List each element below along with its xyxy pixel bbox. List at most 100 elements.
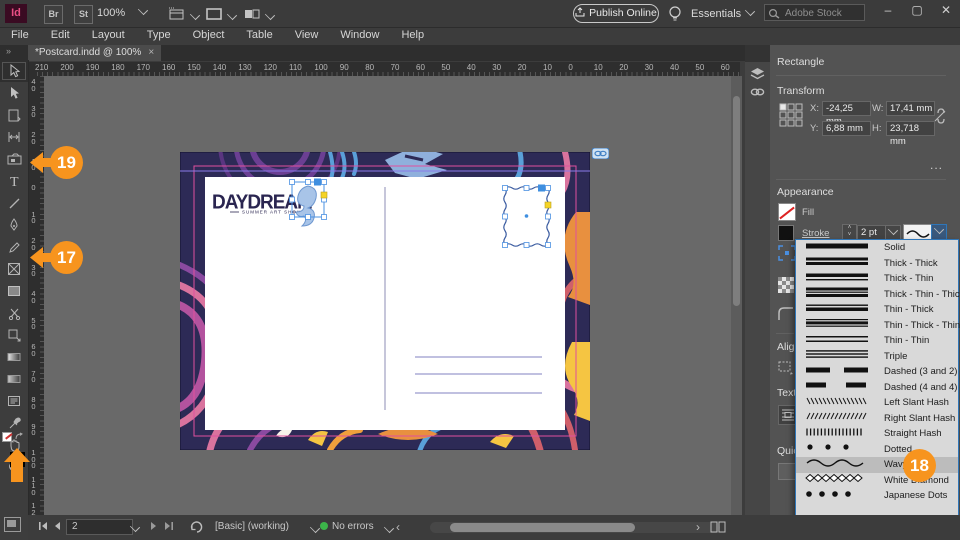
pen-tool[interactable] [0,214,28,236]
stroke-label[interactable]: Stroke [802,228,829,239]
menu-object[interactable]: Object [182,28,236,45]
scroll-right-arrow[interactable]: › [696,520,700,534]
stroke-option-white-diamond[interactable]: White Diamond [796,473,958,489]
transform-more-options[interactable]: ... [930,158,943,172]
color-theme-tool[interactable] [0,412,28,434]
corner-options-icon[interactable] [778,307,794,321]
scissors-tool[interactable] [0,302,28,324]
horizontal-scrollbar-thumb[interactable] [450,523,635,532]
stroke-option-thin-thick-thin[interactable]: Thin - Thick - Thin [796,318,958,334]
default-fill-stroke-icon[interactable] [2,432,12,442]
vertical-ruler[interactable]: 4 03 02 01 001 02 03 04 05 06 07 08 09 0… [28,76,45,515]
preflight-menu-icon[interactable] [190,520,204,533]
view-options-dropdown[interactable] [168,7,199,21]
stamp-frame[interactable] [503,185,552,248]
stroke-option-left-slant-hash[interactable]: Left Slant Hash [796,395,958,411]
w-field[interactable]: 17,41 mm [886,101,935,116]
menu-type[interactable]: Type [136,28,182,45]
stroke-option-triple[interactable]: Triple [796,349,958,365]
stroke-option-dotted[interactable]: Dotted [796,442,958,458]
constrain-proportions-icon[interactable] [934,107,946,125]
menu-help[interactable]: Help [390,28,435,45]
rectangle-tool[interactable] [0,280,28,302]
previous-page-icon[interactable] [53,521,61,531]
fill-swatch[interactable] [778,203,796,221]
menu-edit[interactable]: Edit [40,28,81,45]
first-page-icon[interactable] [38,521,48,531]
content-collector-tool[interactable] [0,148,28,170]
stroke-option-straight-hash[interactable]: Straight Hash [796,426,958,442]
menu-view[interactable]: View [284,28,330,45]
last-page-icon[interactable] [164,521,174,531]
page-dropdown[interactable] [128,519,142,535]
stroke-option-thick-thick[interactable]: Thick - Thick [796,256,958,272]
arrange-documents-dropdown[interactable] [243,7,274,21]
scroll-left-arrow[interactable]: ‹ [396,520,400,534]
stroke-option-thin-thick[interactable]: Thin - Thick [796,302,958,318]
bridge-button[interactable]: Br [44,5,63,24]
frame-fitting-icon[interactable] [778,245,796,261]
indesign-window: Id Br St 100% Publish Online Essentials … [0,0,960,540]
layers-panel-icon[interactable] [750,67,765,81]
stroke-option-japanese-dots[interactable]: Japanese Dots [796,488,958,504]
minimize-button[interactable]: – [874,0,902,22]
workspace-switcher[interactable]: Essentials [691,7,754,20]
quick-action-button[interactable] [778,463,796,480]
type-tool[interactable]: T [0,170,28,192]
menu-table[interactable]: Table [235,28,283,45]
zoom-level-dropdown[interactable]: 100% [97,6,147,19]
maximize-button[interactable]: ▢ [903,0,931,22]
line-tool[interactable] [0,192,28,214]
document-tab[interactable]: *Postcard.indd @ 100%× [28,45,161,61]
lightbulb-icon[interactable] [668,5,682,22]
stroke-option-thin-thin[interactable]: Thin - Thin [796,333,958,349]
stock-app-button[interactable]: St [74,5,93,24]
stroke-option-solid[interactable]: Solid [796,240,958,256]
stroke-option-thick-thin[interactable]: Thick - Thin [796,271,958,287]
screen-mode-dropdown[interactable] [205,7,236,21]
vertical-scrollbar-thumb[interactable] [733,96,740,306]
postcard-artwork[interactable]: DAYDREAM SUMMER ART SHOW [180,152,590,450]
frame-tool[interactable] [0,258,28,280]
gap-tool[interactable] [0,126,28,148]
reference-point-grid[interactable] [779,103,803,127]
stroke-swatch[interactable] [778,225,794,241]
page-number-field[interactable]: 2 [66,519,133,535]
pencil-tool[interactable] [0,236,28,258]
h-field[interactable]: 23,718 mm [886,121,935,136]
x-field[interactable]: -24,25 mm [822,101,871,116]
publish-online-button[interactable]: Publish Online [573,4,659,23]
document-canvas[interactable]: DAYDREAM SUMMER ART SHOW [44,76,731,515]
link-badge-icon[interactable] [592,148,609,159]
menu-window[interactable]: Window [329,28,390,45]
swap-fill-stroke-icon[interactable] [14,432,24,441]
close-button[interactable]: ✕ [932,0,960,22]
spread-view-icon[interactable] [710,521,726,533]
selection-tool[interactable] [0,60,28,82]
vertical-scrollbar[interactable] [731,76,742,515]
preflight-status[interactable]: No errors [320,521,374,532]
menu-layout[interactable]: Layout [81,28,136,45]
gradient-tool[interactable] [0,346,28,368]
horizontal-ruler[interactable]: 2102001901801701601501401301201101009080… [28,62,740,77]
next-page-icon[interactable] [150,521,158,531]
y-field[interactable]: 6,88 mm [822,121,871,136]
direct-selection-tool[interactable] [0,82,28,104]
links-panel-icon[interactable] [750,87,765,97]
stroke-option-dashed-4-and-4[interactable]: Dashed (4 and 4) [796,380,958,396]
note-tool[interactable] [0,390,28,412]
horizontal-scrollbar[interactable] [430,522,720,533]
stroke-option-right-slant-hash[interactable]: Right Slant Hash [796,411,958,427]
page-tool[interactable] [0,104,28,126]
gradient-feather-tool[interactable] [0,368,28,390]
preflight-profile[interactable]: [Basic] (working) [215,521,289,532]
free-transform-tool[interactable] [0,324,28,346]
stroke-option-thick-thin-thick[interactable]: Thick - Thin - Thick [796,287,958,303]
align-icon[interactable] [778,361,794,375]
expand-panels-icon[interactable]: » [6,46,10,56]
menu-file[interactable]: File [0,28,40,45]
stroke-option-dashed-3-and-2[interactable]: Dashed (3 and 2) [796,364,958,380]
opacity-checkerboard-icon[interactable] [778,277,794,293]
close-tab-icon[interactable]: × [148,47,154,58]
screen-mode-button[interactable] [4,517,21,532]
